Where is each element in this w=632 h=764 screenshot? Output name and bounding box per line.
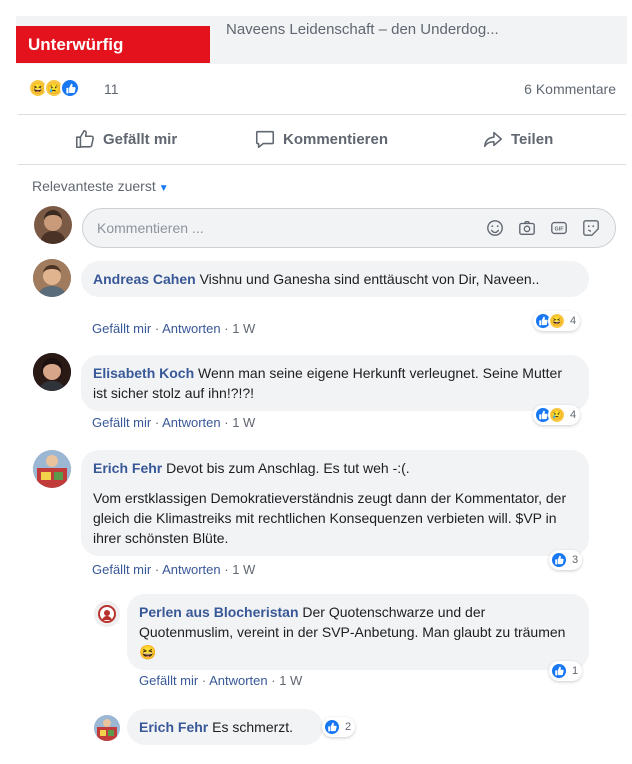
thumbs-up-icon — [75, 129, 94, 149]
comment-time[interactable]: 1 W — [232, 321, 255, 336]
separator: · — [267, 673, 280, 688]
preview-label: Unterwürfig — [28, 35, 124, 54]
svg-text:GIF: GIF — [555, 227, 565, 233]
separator: · — [220, 415, 233, 430]
avatar[interactable] — [94, 601, 120, 627]
comment-button-label: Kommentieren — [283, 130, 389, 148]
comment-input[interactable] — [97, 220, 457, 236]
like-icon — [550, 662, 568, 680]
comment-text-paragraph: Vom erstklassigen Demokratieverständnis … — [93, 490, 567, 546]
avatar[interactable] — [33, 450, 71, 488]
reaction-count: 2 — [345, 721, 352, 733]
share-arrow-icon — [483, 131, 503, 148]
comment-time[interactable]: 1 W — [232, 562, 255, 577]
reaction-count: 1 — [572, 665, 579, 677]
comment-input-box[interactable]: GIF — [82, 208, 616, 248]
comment-text: Vishnu und Ganesha sind enttäuscht von D… — [199, 271, 540, 287]
sticker-icon[interactable] — [581, 218, 601, 238]
divider — [18, 114, 626, 115]
comment-reply-link[interactable]: Antworten — [162, 562, 221, 577]
like-button[interactable]: Gefällt mir — [74, 128, 177, 150]
comment-button[interactable]: Kommentieren — [254, 128, 388, 150]
separator: · — [151, 415, 163, 430]
camera-icon[interactable] — [517, 218, 537, 238]
comment-author[interactable]: Elisabeth Koch — [93, 365, 194, 381]
my-avatar[interactable] — [34, 206, 72, 244]
reaction-count: 3 — [572, 554, 579, 566]
avatar[interactable] — [94, 715, 120, 741]
separator: · — [151, 562, 163, 577]
haha-icon: 😆 — [548, 312, 566, 330]
comment-reactions[interactable]: 😢 4 — [533, 405, 581, 425]
separator: · — [220, 321, 233, 336]
comment-bubble: Elisabeth Koch Wenn man seine eigene Her… — [81, 355, 589, 411]
comment-reply-link[interactable]: Antworten — [162, 415, 221, 430]
comment-reactions[interactable]: 3 — [549, 550, 583, 570]
avatar[interactable] — [33, 259, 71, 297]
comment-like-link[interactable]: Gefällt mir — [92, 562, 151, 577]
like-icon — [323, 718, 341, 736]
reaction-count: 4 — [570, 409, 577, 421]
reply-text: Es schmerzt. — [212, 719, 294, 735]
laughing-emoji-icon: 😆 — [139, 644, 157, 660]
reply-actions: Gefällt mir · Antworten · 1 W — [139, 673, 302, 688]
gif-icon[interactable]: GIF — [549, 218, 569, 238]
reaction-count[interactable]: 11 — [104, 81, 119, 97]
reply-like-link[interactable]: Gefällt mir — [139, 673, 198, 688]
emoji-icon[interactable] — [485, 218, 505, 238]
sad-icon: 😢 — [548, 406, 566, 424]
reply-reactions[interactable]: 1 — [549, 661, 583, 681]
comment-actions: Gefällt mir · Antworten · 1 W — [92, 321, 255, 336]
share-button-label: Teilen — [511, 130, 554, 148]
share-button[interactable]: Teilen — [482, 128, 553, 150]
like-icon — [60, 78, 80, 98]
divider — [18, 164, 626, 165]
comment-reactions[interactable]: 😆 4 — [533, 311, 581, 331]
sort-label: Relevanteste zuerst — [32, 178, 156, 194]
separator: · — [151, 321, 163, 336]
speech-bubble-icon — [255, 130, 275, 149]
comment-bubble: Erich Fehr Devot bis zum Anschlag. Es tu… — [81, 450, 589, 556]
separator: · — [220, 562, 233, 577]
comment-author[interactable]: Erich Fehr — [93, 460, 162, 476]
avatar[interactable] — [33, 353, 71, 391]
reply-reply-link[interactable]: Antworten — [209, 673, 268, 688]
reply-author[interactable]: Perlen aus Blocheristan — [139, 604, 299, 620]
comment-actions: Gefällt mir · Antworten · 1 W — [92, 415, 255, 430]
separator: · — [198, 673, 210, 688]
comment-reply-link[interactable]: Antworten — [162, 321, 221, 336]
reaction-summary: 😆 😢 11 6 Kommentare — [28, 78, 628, 102]
comment-like-link[interactable]: Gefällt mir — [92, 321, 151, 336]
reaction-stack[interactable]: 😆 😢 — [28, 78, 80, 98]
reply-time[interactable]: 1 W — [279, 673, 302, 688]
reply-reactions[interactable]: 2 — [322, 717, 356, 737]
comment-count-link[interactable]: 6 Kommentare — [524, 81, 616, 97]
reply-bubble: Erich Fehr Es schmerzt. — [127, 709, 323, 745]
comment-bubble: Andreas Cahen Vishnu und Ganesha sind en… — [81, 261, 589, 297]
preview-title[interactable]: Naveens Leidenschaft – den Underdog... — [226, 21, 499, 38]
like-button-label: Gefällt mir — [103, 130, 178, 148]
reaction-count: 4 — [570, 315, 577, 327]
comment-time[interactable]: 1 W — [232, 415, 255, 430]
comment-author[interactable]: Andreas Cahen — [93, 271, 196, 287]
comment-sort-dropdown[interactable]: Relevanteste zuerst ▼ — [32, 178, 169, 194]
comment-actions: Gefällt mir · Antworten · 1 W — [92, 562, 255, 577]
reply-bubble: Perlen aus Blocheristan Der Quotenschwar… — [127, 594, 589, 670]
reply-author[interactable]: Erich Fehr — [139, 719, 208, 735]
comment-text: Devot bis zum Anschlag. Es tut weh -:(. — [166, 460, 410, 476]
comment-like-link[interactable]: Gefällt mir — [92, 415, 151, 430]
caret-down-icon: ▼ — [158, 183, 169, 194]
like-icon — [550, 551, 568, 569]
